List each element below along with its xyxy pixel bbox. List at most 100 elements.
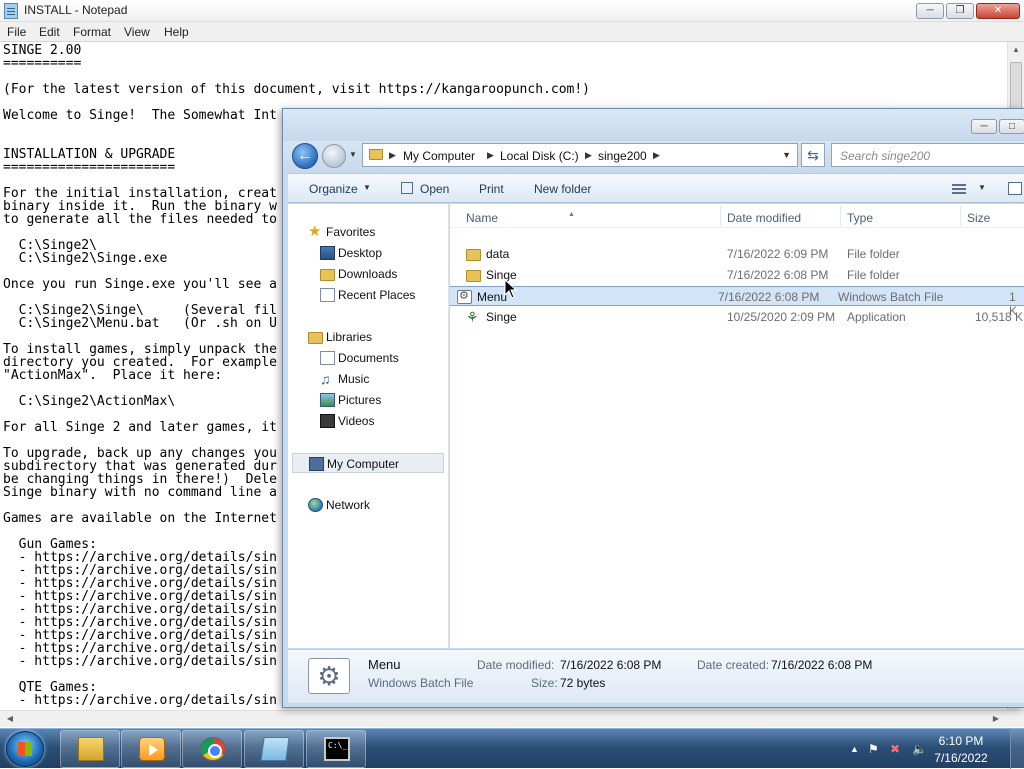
breadcrumb-local-disk[interactable]: Local Disk (C:) [500,149,579,163]
column-name[interactable]: Name [466,211,498,225]
action-center-icon[interactable]: ⚑ [868,742,879,756]
refresh-button[interactable]: ⇆ [801,143,825,167]
explorer-minimize-button[interactable]: ─ [971,119,997,134]
taskbar-explorer[interactable] [60,730,120,768]
taskbar-notepad[interactable] [244,730,304,768]
documents-icon [320,351,335,365]
nav-favorites[interactable]: ★ Favorites [288,222,448,242]
explorer-titlebar[interactable]: ─ □ [283,109,1024,141]
organize-dropdown-icon[interactable]: ▼ [363,183,371,192]
show-hidden-icons-icon[interactable]: ▲ [850,744,859,754]
videos-icon [320,414,335,428]
new-folder-button[interactable]: New folder [534,182,591,196]
scroll-left-arrow-icon[interactable]: ◀ [2,711,18,727]
notepad-icon [4,3,18,19]
nav-pictures[interactable]: Pictures [288,390,448,410]
notepad-titlebar[interactable]: INSTALL - Notepad ─ ❐ ✕ [0,0,1024,22]
taskbar-media-player[interactable] [121,730,181,768]
desktop-icon [320,246,335,260]
menu-format[interactable]: Format [73,25,111,39]
command-prompt-icon: C:\_ [324,737,350,761]
forward-button[interactable] [322,144,346,168]
details-pane: ⚙ Menu Windows Batch File Date modified:… [288,649,1024,703]
batch-file-icon [457,289,472,304]
details-date-created: 7/16/2022 6:08 PM [771,658,873,672]
menu-help[interactable]: Help [164,25,189,39]
breadcrumb-my-computer[interactable]: My Computer [403,149,475,163]
back-button[interactable]: ← [292,143,318,169]
menu-edit[interactable]: Edit [39,25,60,39]
column-headers: ▲ Name Date modified Type Size [450,204,1024,228]
menu-file[interactable]: File [7,25,26,39]
column-date-modified[interactable]: Date modified [727,211,801,225]
start-button[interactable] [6,731,44,767]
nav-desktop[interactable]: Desktop [288,243,448,263]
file-list: ▲ Name Date modified Type Size data 7/16… [450,204,1024,648]
nav-libraries[interactable]: Libraries [288,327,448,347]
open-icon [401,182,413,194]
column-size[interactable]: Size [967,211,990,225]
breadcrumb-singe200[interactable]: singe200 [598,149,647,163]
restore-button[interactable]: ❐ [946,3,974,19]
scrollbar-thumb[interactable] [1010,62,1022,112]
chevron-right-icon[interactable]: ▶ [585,150,592,161]
nav-my-computer[interactable]: My Computer [292,453,444,473]
notepad-title: INSTALL - Notepad [24,3,128,17]
media-player-icon [139,737,165,761]
nav-recent-places[interactable]: Recent Places [288,285,448,305]
sort-ascending-icon: ▲ [568,211,575,218]
network-status-icon[interactable]: ✖ [890,742,900,756]
organize-button[interactable]: Organize [309,182,358,196]
folder-icon [466,270,481,282]
file-row[interactable]: ⚘ Singe 10/25/2020 2:09 PM Application 1… [460,307,1024,327]
mouse-cursor-icon [504,278,518,304]
scroll-right-arrow-icon[interactable]: ▶ [988,711,1004,727]
star-icon: ★ [308,223,322,240]
address-dropdown-icon[interactable]: ▼ [782,150,791,160]
chevron-right-icon[interactable]: ▶ [653,150,660,161]
taskbar-chrome[interactable] [182,730,242,768]
nav-documents[interactable]: Documents [288,348,448,368]
taskbar: C:\_ ▲ ⚑ ✖ 🔈 6:10 PM 7/16/2022 [0,728,1024,769]
explorer-navigation-bar: ← ▼ ▶ My Computer ▶ Local Disk (C:) ▶ si… [283,141,1024,171]
open-button[interactable]: Open [420,182,449,196]
file-row-selected[interactable]: Menu 7/16/2022 6:08 PM Windows Batch Fil… [450,286,1024,318]
nav-downloads[interactable]: Downloads [288,264,448,284]
minimize-button[interactable]: ─ [916,3,944,19]
views-dropdown-icon[interactable]: ▼ [978,183,986,192]
libraries-icon [308,332,323,344]
column-type[interactable]: Type [847,211,873,225]
menu-view[interactable]: View [124,25,150,39]
file-row[interactable]: data 7/16/2022 6:09 PM File folder [460,244,1024,264]
explorer-maximize-button[interactable]: □ [999,119,1024,134]
print-button[interactable]: Print [479,182,504,196]
nav-network[interactable]: Network [288,495,448,515]
details-date-modified: 7/16/2022 6:08 PM [560,658,662,672]
computer-icon [309,457,324,471]
batch-file-large-icon: ⚙ [308,658,350,694]
chevron-right-icon[interactable]: ▶ [487,150,494,161]
volume-icon[interactable]: 🔈 [912,742,927,756]
clock-time[interactable]: 6:10 PM [926,734,996,748]
file-row[interactable]: Singe 7/16/2022 6:08 PM File folder [460,265,1024,285]
downloads-folder-icon [320,269,335,281]
text-line: ========== [3,56,82,71]
nav-videos[interactable]: Videos [288,411,448,431]
close-button[interactable]: ✕ [976,3,1020,19]
notepad-horizontal-scrollbar[interactable]: ◀ ▶ [0,710,1024,727]
clock-date[interactable]: 7/16/2022 [926,751,996,765]
text-line: SINGE 2.00 [3,44,82,58]
folder-icon [466,249,481,261]
chevron-right-icon[interactable]: ▶ [389,150,396,161]
scroll-up-arrow-icon[interactable]: ▲ [1008,42,1024,58]
taskbar-command-prompt[interactable]: C:\_ [306,730,366,768]
preview-pane-icon[interactable] [1008,182,1022,195]
nav-music[interactable]: ♫ Music [288,369,448,389]
search-input[interactable]: Search singe200 [831,143,1024,167]
show-desktop-button[interactable] [1010,729,1024,769]
explorer-window: ─ □ ← ▼ ▶ My Computer ▶ Local Disk (C:) … [282,108,1024,708]
views-icon[interactable] [952,184,966,194]
recent-pages-dropdown-icon[interactable]: ▼ [349,150,357,159]
notepad-icon [260,737,290,761]
address-bar[interactable]: ▶ My Computer ▶ Local Disk (C:) ▶ singe2… [362,143,798,167]
